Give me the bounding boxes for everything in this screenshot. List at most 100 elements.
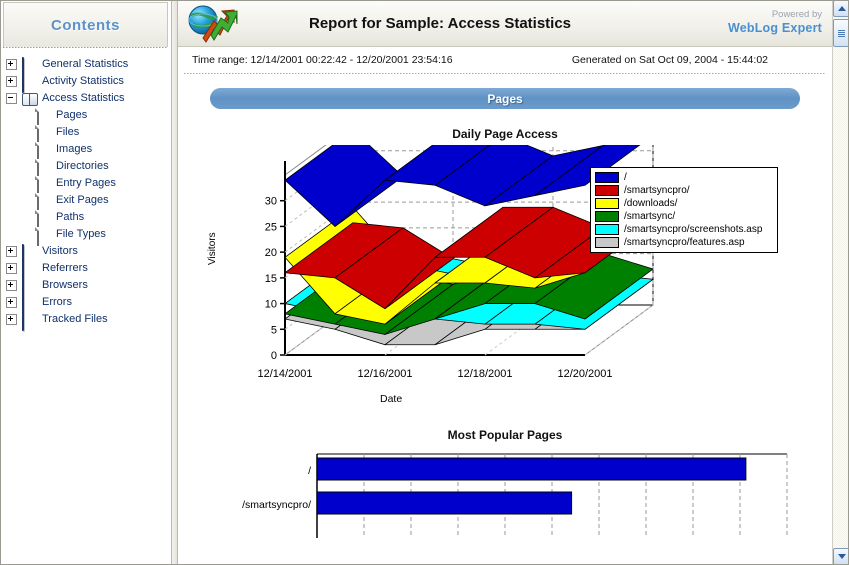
svg-text:/smartsyncpro/: /smartsyncpro/	[242, 499, 311, 511]
sidebar-item-activity-statistics[interactable]: Activity Statistics	[6, 73, 171, 93]
y-axis-label: Visitors	[207, 232, 218, 265]
sidebar-item-label: Paths	[56, 211, 85, 223]
sidebar-item-label: Access Statistics	[42, 92, 125, 104]
expand-toggle-icon[interactable]	[6, 246, 17, 257]
legend-swatch-icon	[595, 237, 619, 248]
sidebar-item-entry-pages[interactable]: Entry Pages	[6, 175, 171, 195]
sidebar-item-label: Tracked Files	[42, 313, 108, 325]
sidebar-item-label: Browsers	[42, 279, 88, 291]
page-icon	[36, 176, 51, 195]
legend-label: /smartsync/	[624, 211, 676, 222]
most-popular-pages-chart: / /smartsyncpro/	[205, 448, 805, 538]
sidebar-item-label: Activity Statistics	[42, 75, 124, 87]
legend-swatch-icon	[595, 172, 619, 183]
sidebar-item-visitors[interactable]: Visitors	[6, 243, 171, 263]
vertical-scrollbar[interactable]	[832, 0, 849, 565]
page-icon	[36, 227, 51, 246]
sidebar-item-exit-pages[interactable]: Exit Pages	[6, 192, 171, 212]
page-title: Report for Sample: Access Statistics	[308, 14, 572, 32]
legend-item: /smartsyncpro/features.asp	[595, 236, 773, 249]
svg-text:30: 30	[265, 196, 277, 208]
sidebar-item-label: Pages	[56, 109, 88, 121]
most-popular-pages-title: Most Popular Pages	[447, 428, 563, 442]
scroll-up-button[interactable]	[833, 0, 849, 17]
legend-item: /smartsyncpro/	[595, 184, 773, 197]
report-meta: Time range: 12/14/2001 00:22:42 - 12/20/…	[178, 47, 832, 73]
book-icon	[22, 261, 37, 280]
sidebar-item-errors[interactable]: Errors	[6, 294, 171, 314]
legend-swatch-icon	[595, 211, 619, 222]
book-icon	[22, 278, 37, 297]
page-icon	[36, 210, 51, 229]
book-icon	[22, 295, 37, 314]
sidebar-item-tracked-files[interactable]: Tracked Files	[6, 311, 171, 331]
globe-arrow-logo-icon	[184, 2, 238, 44]
section-banner-label: Pages	[487, 91, 523, 106]
contents-header: Contents	[3, 2, 168, 47]
legend-label: /smartsyncpro/screenshots.asp	[624, 224, 763, 235]
expand-toggle-icon[interactable]	[6, 263, 17, 274]
scroll-down-button[interactable]	[833, 548, 849, 565]
book-icon	[22, 57, 37, 76]
page-icon	[36, 142, 51, 161]
sidebar-item-paths[interactable]: Paths	[6, 209, 171, 229]
weblog-expert-report-window: Contents General Statistics Activity Stat…	[0, 0, 849, 565]
expand-toggle-icon[interactable]	[6, 76, 17, 87]
sidebar-item-browsers[interactable]: Browsers	[6, 277, 171, 297]
svg-text:10: 10	[265, 299, 277, 311]
scrollbar-thumb[interactable]	[833, 19, 849, 47]
sidebar-item-file-types[interactable]: File Types	[6, 226, 171, 246]
brand-name: WebLog Expert	[727, 21, 822, 36]
sidebar-item-directories[interactable]: Directories	[6, 158, 171, 178]
sidebar-item-label: Files	[56, 126, 80, 138]
sidebar-item-label: Images	[56, 143, 93, 155]
expand-toggle-icon[interactable]	[6, 314, 17, 325]
book-icon	[22, 74, 37, 93]
expand-toggle-icon[interactable]	[6, 280, 17, 291]
sidebar-item-label: File Types	[56, 228, 106, 240]
book-icon	[22, 244, 37, 263]
contents-tree: General Statistics Activity Statistics Acc…	[0, 48, 171, 331]
sidebar-item-label: Visitors	[42, 245, 78, 257]
legend-label: /smartsyncpro/	[624, 185, 690, 196]
legend-label: /	[624, 172, 627, 183]
generated-on-text: Generated on Sat Oct 09, 2004 - 15:44:02	[571, 54, 768, 66]
powered-by-label: Powered by	[771, 9, 822, 21]
legend-item: /smartsyncpro/screenshots.asp	[595, 223, 773, 236]
expand-toggle-icon[interactable]	[6, 297, 17, 308]
sidebar-item-images[interactable]: Images	[6, 141, 171, 161]
daily-page-access-title: Daily Page Access	[452, 127, 558, 141]
bar-chart-svg: / /smartsyncpro/	[242, 453, 788, 538]
collapse-toggle-icon[interactable]	[6, 93, 17, 104]
sidebar-item-label: Referrers	[42, 262, 88, 274]
svg-text:12/16/2001: 12/16/2001	[357, 368, 412, 380]
meta-divider	[184, 73, 826, 74]
sidebar-item-general-statistics[interactable]: General Statistics	[6, 56, 171, 76]
svg-text:20: 20	[265, 247, 277, 259]
legend-label: /downloads/	[624, 198, 678, 209]
sidebar-item-pages[interactable]: Pages	[6, 107, 171, 127]
powered-by-block: Powered by WebLog Expert	[672, 9, 832, 36]
scroll-thumb-grip-icon	[838, 29, 845, 37]
chevron-down-icon	[837, 554, 846, 559]
expand-toggle-icon[interactable]	[6, 59, 17, 70]
legend-swatch-icon	[595, 224, 619, 235]
legend-swatch-icon	[595, 185, 619, 196]
sidebar-item-label: Directories	[56, 160, 109, 172]
sidebar-item-files[interactable]: Files	[6, 124, 171, 144]
chart-legend: / /smartsyncpro/ /downloads/ /smartsync/ /sm…	[590, 167, 778, 253]
svg-text:5: 5	[271, 324, 277, 336]
contents-title: Contents	[51, 16, 120, 34]
legend-item: /downloads/	[595, 197, 773, 210]
svg-text:/: /	[308, 465, 311, 477]
sidebar-item-label: Exit Pages	[56, 194, 109, 206]
legend-item: /smartsync/	[595, 210, 773, 223]
page-icon	[36, 159, 51, 178]
x-axis-label: Date	[380, 393, 403, 405]
page-icon	[36, 108, 51, 127]
sidebar-item-referrers[interactable]: Referrers	[6, 260, 171, 280]
legend-swatch-icon	[595, 198, 619, 209]
page-icon	[36, 193, 51, 212]
sidebar-item-access-statistics[interactable]: Access Statistics	[6, 90, 171, 107]
time-range-text: Time range: 12/14/2001 00:22:42 - 12/20/…	[192, 54, 453, 66]
